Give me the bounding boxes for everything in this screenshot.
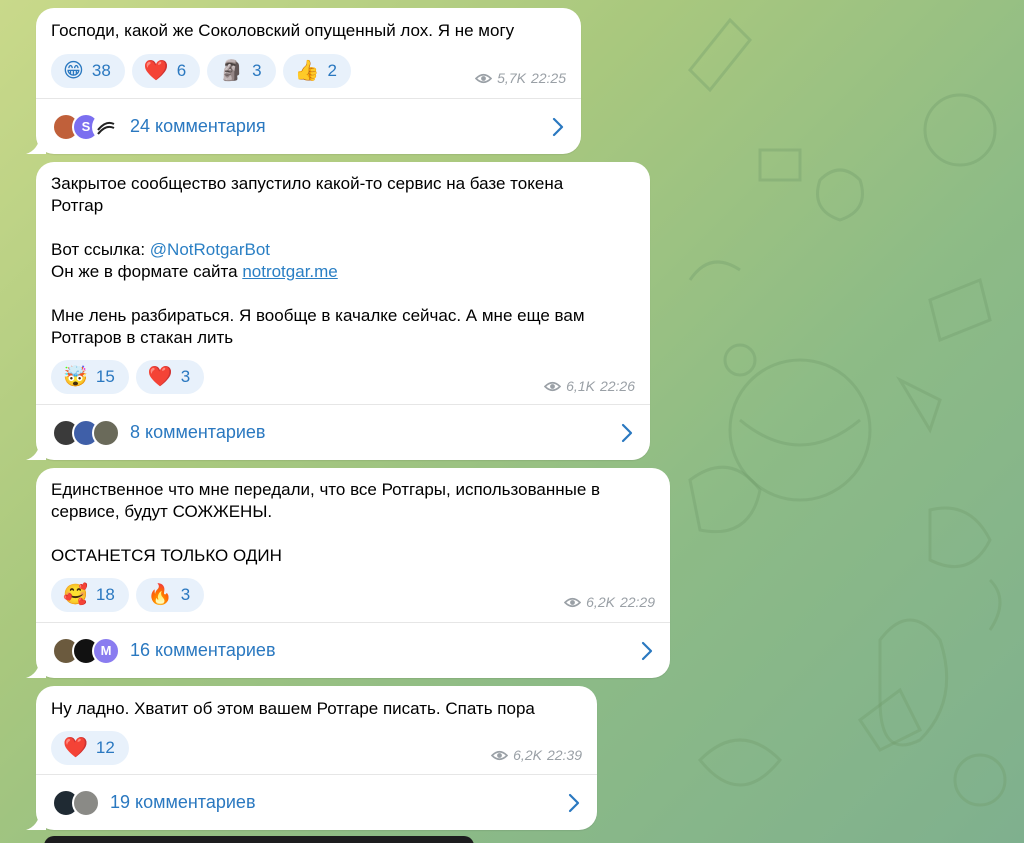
chevron-right-icon: [621, 423, 633, 442]
text-line: Ротгар: [51, 196, 104, 215]
text-line: Закрытое сообщество запустило какой-то с…: [51, 174, 564, 193]
reaction-emoji: 👍: [294, 60, 320, 82]
views-count: 5,7K: [497, 70, 526, 86]
comments-count-label: 19 комментариев: [110, 792, 256, 812]
comments-link[interactable]: 19 комментариев: [36, 774, 597, 830]
reaction-count: 18: [95, 585, 115, 604]
reaction-emoji: ❤️: [63, 737, 88, 759]
reaction-grin[interactable]: 😁 38: [51, 54, 125, 88]
reaction-count: 2: [327, 61, 337, 80]
reaction-count: 15: [95, 367, 115, 386]
commenter-avatars: [52, 788, 100, 817]
comments-count-label: 24 комментария: [130, 116, 266, 136]
next-message-edge: [44, 836, 474, 843]
commenter-avatars: [52, 418, 120, 447]
avatar: [92, 418, 120, 447]
text-line: сервисе, будут СОЖЖЕНЫ.: [51, 502, 273, 521]
text-line: Единственное что мне передали, что все Р…: [51, 480, 601, 499]
avatar: [92, 112, 120, 141]
reaction-count: 3: [180, 367, 191, 386]
message-bubble: Закрытое сообщество запустило какой-то с…: [26, 162, 650, 460]
views-count: 6,2K: [586, 594, 615, 610]
reaction-emoji: 🗿: [219, 60, 245, 82]
reaction-count: 6: [176, 61, 187, 80]
text-line: Мне лень разбираться. Я вообще в качалке…: [51, 306, 585, 325]
bubble-tail: [26, 136, 46, 154]
text-line: ОСТАНЕТСЯ ТОЛЬКО ОДИН: [51, 546, 282, 565]
stellar-logo-icon: [97, 121, 115, 135]
reactions-bar: 🤯 15 ❤️ 3 6,1K 22:26: [36, 358, 650, 396]
comments-link[interactable]: S 24 комментария: [36, 98, 581, 154]
message-meta: 5,7K 22:25: [475, 70, 566, 86]
reaction-heart[interactable]: ❤️ 12: [51, 731, 129, 765]
chevron-right-icon: [568, 793, 580, 812]
views-eye-icon: [491, 750, 509, 760]
reaction-count: 12: [95, 738, 115, 757]
reaction-smiling-hearts[interactable]: 🥰 18: [51, 578, 129, 612]
text-line: Ротгаров в стакан лить: [51, 328, 234, 347]
reaction-exploding-head[interactable]: 🤯 15: [51, 360, 129, 394]
reaction-emoji: 🔥: [147, 584, 173, 606]
comments-link[interactable]: M 16 комментариев: [36, 622, 670, 678]
chevron-right-icon: [641, 641, 653, 660]
chevron-right-icon: [552, 117, 564, 136]
bot-link[interactable]: @NotRotgarBot: [150, 240, 270, 259]
reaction-heart[interactable]: ❤️ 6: [131, 54, 201, 88]
message-meta: 6,1K 22:26: [544, 378, 635, 394]
message-time: 22:25: [530, 70, 566, 86]
reaction-count: 38: [91, 61, 111, 80]
message-text: Господи, какой же Соколовский опущенный …: [51, 21, 515, 40]
message-bubble: Единственное что мне передали, что все Р…: [26, 468, 670, 678]
reaction-emoji: ❤️: [143, 60, 169, 82]
message-time: 22:39: [546, 747, 582, 763]
message-time: 22:29: [619, 594, 655, 610]
message-text: Ну ладно. Хватит об этом вашем Ротгаре п…: [51, 699, 535, 718]
commenter-avatars: S: [52, 112, 120, 141]
reaction-fire[interactable]: 🔥 3: [135, 578, 205, 612]
views-count: 6,2K: [513, 747, 542, 763]
bubble-tail: [26, 660, 46, 678]
avatar: M: [92, 636, 120, 665]
comments-count-label: 16 комментариев: [130, 640, 276, 660]
message-meta: 6,2K 22:29: [564, 594, 655, 610]
reaction-emoji: 😁: [63, 60, 84, 82]
avatar: [72, 788, 100, 817]
reaction-heart[interactable]: ❤️ 3: [135, 360, 205, 394]
reaction-thumbs-up[interactable]: 👍 2: [282, 54, 351, 88]
message-text: Закрытое сообщество запустило какой-то с…: [36, 162, 650, 349]
message-bubble: Господи, какой же Соколовский опущенный …: [26, 8, 581, 154]
message-meta: 6,2K 22:39: [491, 747, 582, 763]
views-eye-icon: [475, 73, 493, 83]
bubble-tail: [26, 442, 46, 460]
comments-link[interactable]: 8 комментариев: [36, 404, 650, 460]
reaction-moai[interactable]: 🗿 3: [207, 54, 276, 88]
views-eye-icon: [564, 597, 582, 607]
reactions-bar: 🥰 18 🔥 3 6,2K 22:29: [36, 576, 670, 614]
message-text: Единственное что мне передали, что все Р…: [36, 468, 670, 567]
bubble-tail: [26, 812, 46, 830]
reactions-bar: ❤️ 12 6,2K 22:39: [36, 729, 597, 767]
reaction-emoji: ❤️: [147, 366, 173, 388]
views-eye-icon: [544, 381, 562, 391]
site-link[interactable]: notrotgar.me: [242, 262, 337, 281]
reactions-bar: 😁 38 ❤️ 6 🗿 3 👍 2 5,7K 22:25: [36, 52, 581, 90]
message-bubble: Ну ладно. Хватит об этом вашем Ротгаре п…: [26, 686, 597, 830]
reaction-emoji: 🥰: [63, 584, 88, 606]
reaction-emoji: 🤯: [63, 366, 88, 388]
text-line: Вот ссылка:: [51, 240, 150, 259]
reaction-count: 3: [252, 61, 262, 80]
reaction-count: 3: [180, 585, 191, 604]
message-time: 22:26: [599, 378, 635, 394]
commenter-avatars: M: [52, 636, 120, 665]
comments-count-label: 8 комментариев: [130, 422, 266, 442]
views-count: 6,1K: [566, 378, 595, 394]
text-line: Он же в формате сайта: [51, 262, 243, 281]
